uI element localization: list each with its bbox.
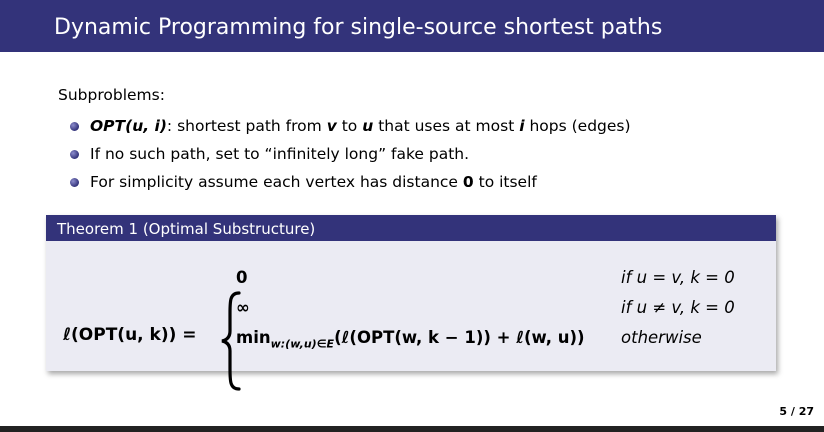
bullet-text: If no such path, set to “infinitely long… [90,145,470,163]
theorem-title: Theorem 1 (Optimal Substructure) [57,220,316,238]
bullet-icon [70,150,79,159]
bullet-item-opt-definition: OPT(u, i): shortest path from v to u tha… [70,114,631,142]
min-operator: min [236,328,271,347]
recurrence-expression: (ℓ(OPT(w, k − 1)) + ℓ(w, u)) [334,328,585,347]
bullet-text: : shortest path from [166,117,327,135]
theorem-header: Theorem 1 (Optimal Substructure) [46,215,776,241]
bullet-text: hops (edges) [524,117,631,135]
bullet-text: to [336,117,363,135]
case-condition-same-vertex: if u = v, k = 0 [621,268,735,287]
equation-lhs: ℓ(OPT(u, k)) = [63,325,197,345]
case-value-infinity: ∞ [236,298,250,317]
theorem-body: ℓ(OPT(u, k)) = 0 if u = v, k = 0 ∞ if u … [46,241,776,391]
case-value-zero: 0 [236,268,248,287]
case-condition-different-vertex: if u ≠ v, k = 0 [621,298,735,317]
frame-title: Dynamic Programming for single-source sh… [54,15,663,40]
symbol-zero: 0 [462,173,474,191]
bullet-icon [70,178,79,187]
bullet-list: OPT(u, i): shortest path from v to u tha… [70,114,631,198]
slide: Dynamic Programming for single-source sh… [0,0,824,432]
bullet-item-self-distance: For simplicity assume each vertex has di… [70,170,631,198]
bullet-item-no-path: If no such path, set to “infinitely long… [70,142,631,170]
subproblems-label: Subproblems: [58,86,165,104]
bullet-icon [70,122,79,131]
page-number: 5 / 27 [779,405,814,418]
symbol-u: u [362,117,374,135]
case-condition-otherwise: otherwise [621,328,702,347]
bottom-bar [0,426,824,432]
bullet-text: to itself [473,173,537,191]
opt-notation: OPT(u, i) [90,117,167,135]
frame-title-bar: Dynamic Programming for single-source sh… [0,0,824,52]
symbol-v: v [326,117,337,135]
theorem-block: Theorem 1 (Optimal Substructure) ℓ(OPT(u… [46,215,776,391]
min-subscript: w:(w,u)∈E [270,337,335,351]
case-value-recurrence: minw:(w,u)∈E(ℓ(OPT(w, k − 1)) + ℓ(w, u)) [236,328,585,350]
bullet-text: that uses at most [373,117,520,135]
bullet-text: For simplicity assume each vertex has di… [90,173,463,191]
